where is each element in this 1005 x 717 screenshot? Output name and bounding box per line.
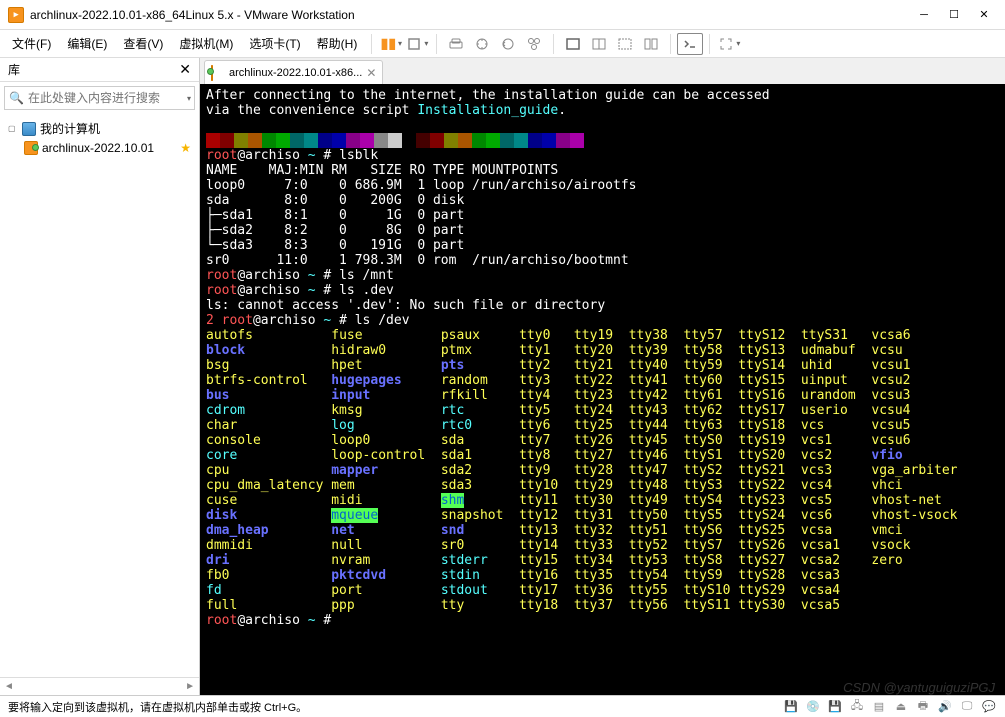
status-disk-icon[interactable]: 💾 [783,700,799,714]
tab-archlinux[interactable]: archlinux-2022.10.01-x86... ✕ [204,60,383,84]
status-message: 要将输入定向到该虚拟机，请在虚拟机内部单击或按 Ctrl+G。 [8,699,777,715]
status-net-icon[interactable]: 🖧 [849,700,865,714]
close-button[interactable]: ✕ [971,5,997,25]
computer-icon [22,122,36,136]
console-button[interactable] [677,33,703,55]
menu-edit[interactable]: 编辑(E) [59,31,115,56]
status-cd-icon[interactable]: 💿 [805,700,821,714]
status-cpu-icon[interactable]: ▤ [871,700,887,714]
fullscreen-button[interactable]: ▾ [716,33,742,55]
tree-vm-archlinux[interactable]: archlinux-2022.10.01 ★ [4,139,195,157]
sidebar-title: 库 [8,61,179,78]
search-dropdown-icon[interactable]: ▾ [187,94,191,103]
snapshot-button[interactable] [469,33,495,55]
status-usb-icon[interactable]: ⏏ [893,700,909,714]
minimize-button[interactable]: ─ [911,5,937,25]
vm-console[interactable]: After connecting to the internet, the in… [200,84,1005,695]
power-button[interactable]: ▾ [404,33,430,55]
view-split-button[interactable] [586,33,612,55]
menubar: 文件(F) 编辑(E) 查看(V) 虚拟机(M) 选项卡(T) 帮助(H) ▮▮… [0,30,1005,58]
app-icon: ▸ [8,7,24,23]
status-display-icon[interactable]: 🖵 [959,700,975,714]
scroll-left-icon[interactable]: ◄ [4,681,14,692]
maximize-button[interactable]: ☐ [941,5,967,25]
tab-label: archlinux-2022.10.01-x86... [229,67,362,79]
tree-vm-label: archlinux-2022.10.01 [42,141,154,155]
menu-vm[interactable]: 虚拟机(M) [171,31,241,56]
status-printer-icon[interactable]: 🖶 [915,700,931,714]
menu-help[interactable]: 帮助(H) [309,31,366,56]
sidebar-close-button[interactable]: ✕ [179,61,191,78]
tree-root-mycomputer[interactable]: ▢ 我的计算机 [4,118,195,139]
library-tree: ▢ 我的计算机 archlinux-2022.10.01 ★ [0,114,199,677]
search-box[interactable]: 🔍 ▾ [4,86,195,110]
send-cad-button[interactable] [443,33,469,55]
search-icon: 🔍 [9,91,24,105]
vm-icon [24,141,38,155]
tab-vm-icon [211,66,225,80]
status-msg-icon[interactable]: 💬 [981,700,997,714]
favorite-star-icon[interactable]: ★ [180,141,191,155]
menu-tabs[interactable]: 选项卡(T) [241,31,308,56]
tree-root-label: 我的计算机 [40,120,100,137]
view-thumb-button[interactable] [612,33,638,55]
tab-close-button[interactable]: ✕ [366,66,376,80]
view-unity-button[interactable] [638,33,664,55]
scroll-right-icon[interactable]: ► [185,681,195,692]
titlebar: ▸ archlinux-2022.10.01-x86_64Linux 5.x -… [0,0,1005,30]
snapshot-revert-button[interactable] [495,33,521,55]
search-input[interactable] [24,89,187,107]
window-title: archlinux-2022.10.01-x86_64Linux 5.x - V… [30,8,911,22]
status-floppy-icon[interactable]: 💾 [827,700,843,714]
view-single-button[interactable] [560,33,586,55]
menu-file[interactable]: 文件(F) [4,31,59,56]
menu-view[interactable]: 查看(V) [115,31,171,56]
vm-area: archlinux-2022.10.01-x86... ✕ After conn… [200,58,1005,695]
statusbar: 要将输入定向到该虚拟机，请在虚拟机内部单击或按 Ctrl+G。 💾 💿 💾 🖧 … [0,695,1005,717]
pause-button[interactable]: ▮▮▾ [378,33,404,55]
snapshot-manager-button[interactable] [521,33,547,55]
status-sound-icon[interactable]: 🔊 [937,700,953,714]
library-sidebar: 库 ✕ 🔍 ▾ ▢ 我的计算机 archlinux-2022.10.01 ★ ◄… [0,58,200,695]
collapse-icon[interactable]: ▢ [8,124,18,133]
tab-bar: archlinux-2022.10.01-x86... ✕ [200,58,1005,84]
